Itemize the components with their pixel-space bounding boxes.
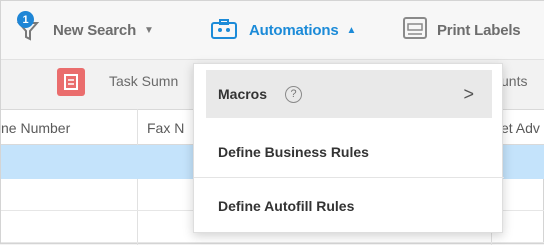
- menu-item-label: Define Autofill Rules: [218, 198, 355, 214]
- toolbar: 1 New Search ▼ Automations ▲ Print Label…: [1, 1, 544, 59]
- chevron-right-icon: >: [463, 83, 474, 104]
- counts-label[interactable]: unts: [501, 73, 527, 89]
- menu-item-label: Define Business Rules: [218, 143, 369, 160]
- column-header-street-address[interactable]: et Adv: [501, 120, 540, 136]
- print-labels-label: Print Labels: [437, 21, 521, 39]
- chevron-up-icon: ▲: [346, 24, 357, 36]
- new-search-label: New Search: [53, 21, 137, 39]
- automations-button[interactable]: Automations ▲: [209, 15, 356, 45]
- help-icon[interactable]: ?: [285, 85, 303, 103]
- task-summary-icon[interactable]: [57, 68, 85, 96]
- new-search-button[interactable]: 1 New Search ▼: [15, 11, 154, 45]
- column-header-phone-number[interactable]: ne Number: [1, 120, 70, 136]
- print-icon: [403, 17, 427, 39]
- print-labels-button[interactable]: Print Labels: [399, 15, 521, 45]
- menu-item-define-autofill-rules[interactable]: Define Autofill Rules: [194, 180, 504, 232]
- column-header-fax-number[interactable]: Fax N: [147, 120, 184, 136]
- task-summary-label[interactable]: Task Sumn: [109, 73, 178, 89]
- menu-item-macros[interactable]: Macros ? >: [206, 70, 492, 118]
- automations-dropdown-menu: Macros ? > Define Business Rules Define …: [193, 63, 504, 233]
- menu-item-define-business-rules[interactable]: Define Business Rules: [194, 126, 504, 178]
- notification-badge: 1: [17, 11, 34, 28]
- filter-icon: 1: [15, 11, 41, 43]
- automations-label: Automations: [249, 21, 339, 39]
- menu-item-label: Macros: [218, 86, 268, 102]
- chevron-down-icon: ▼: [144, 24, 154, 36]
- automation-icon: [211, 19, 237, 39]
- app-frame: 1 New Search ▼ Automations ▲ Print Label…: [0, 0, 544, 245]
